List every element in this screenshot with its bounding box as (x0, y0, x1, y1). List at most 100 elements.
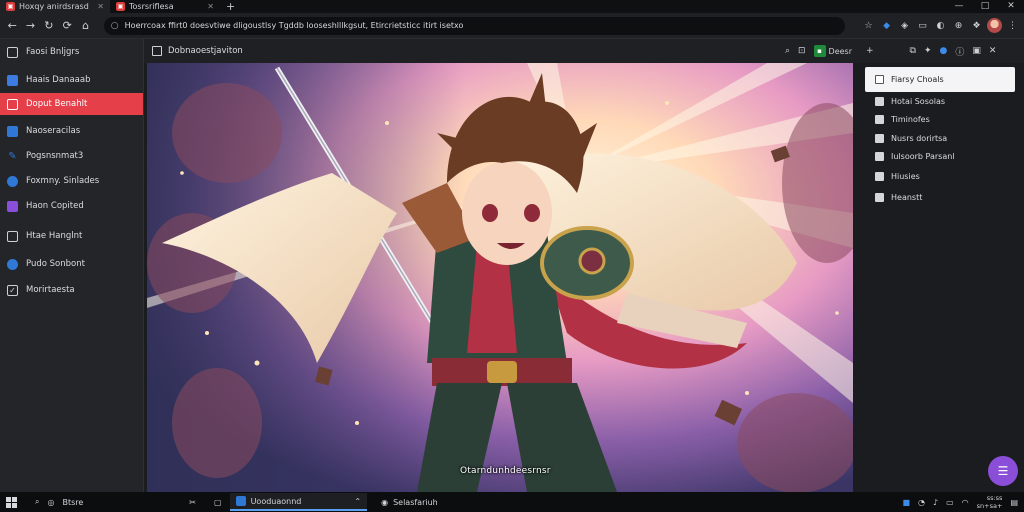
right-panel-item-label: Hiusies (891, 171, 920, 181)
clock[interactable]: ss:ss sn+sa+ (977, 494, 1003, 510)
forward-icon[interactable]: → (22, 17, 38, 34)
sidebar-item[interactable]: Naoseracilas (0, 120, 143, 142)
sidebar-item[interactable]: ✓ Morirtaesta (0, 279, 143, 301)
right-panel-item-label: Hotai Sosolas (891, 96, 946, 106)
close-panel-icon[interactable]: ✕ (989, 46, 997, 56)
item-icon (875, 96, 884, 106)
search-icon[interactable]: ⌕ (785, 46, 790, 56)
sidebar-item[interactable]: ✎ Pogsnsnmat3 (0, 145, 143, 167)
reload-icon[interactable]: ⟳ (59, 17, 75, 34)
share-label: Deesr (828, 46, 852, 56)
extension-icon[interactable]: ◆ (879, 18, 894, 33)
taskbar-search-label[interactable]: Btsre (62, 498, 83, 507)
sidebar-item[interactable]: Pudo Sonbont (0, 253, 143, 275)
right-panel-item-label: Timinofes (891, 114, 930, 124)
address-url[interactable]: Hoerrcoax ffirt0 doesvtiwe dligoustlsy T… (125, 21, 464, 30)
share-button[interactable]: ▪ Deesr (813, 45, 852, 57)
wifi-icon[interactable]: ◠ (962, 498, 969, 507)
hero-image (147, 63, 853, 492)
network-icon[interactable]: ◔ (918, 498, 925, 507)
maximize-button[interactable]: □ (972, 0, 998, 13)
sidebar-item-label: Foxmny. Sinlades (26, 176, 100, 186)
book-icon (7, 125, 18, 137)
browser-toolbar: ← → ↻ ⟳ ⌂ ○ Hoerrcoax ffirt0 doesvtiwe d… (0, 13, 1024, 39)
address-bar[interactable]: ○ Hoerrcoax ffirt0 doesvtiwe dligoustlsy… (103, 16, 846, 35)
app-icon: ◉ (381, 497, 389, 507)
right-panel-item[interactable]: Hiusies (865, 166, 1015, 186)
extension-icon[interactable]: ⊕ (951, 18, 966, 33)
sidebar-item-label: Pogsnsnmat3 (26, 151, 84, 161)
notifications-icon[interactable]: ▤ (1010, 498, 1018, 507)
assistant-icon[interactable]: ◎ (47, 498, 54, 507)
settings-icon[interactable]: ✦ (924, 46, 932, 56)
taskbar-app-label: Selasfariuh (393, 497, 438, 507)
add-icon[interactable]: + (866, 46, 874, 56)
close-tab-icon[interactable]: ✕ (97, 2, 104, 11)
right-panel-item[interactable]: Hotai Sosolas (865, 91, 1015, 111)
search-icon[interactable]: ⌕ (35, 497, 39, 507)
taskbar-app[interactable]: ◉ Selasfariuh (375, 493, 444, 511)
tray-app-icon[interactable]: ■ (902, 498, 910, 507)
widgets-icon[interactable]: ✂ (189, 498, 196, 507)
sidebar-item-active[interactable]: Doput Benahlt (0, 93, 143, 115)
browser-tab-active[interactable]: ▣ Hoxqy anirdsrasd ✕ (0, 0, 110, 13)
chat-fab-button[interactable]: ☰ (988, 456, 1018, 486)
share-app-icon: ▪ (813, 45, 826, 57)
browser-tab[interactable]: ▣ Tosrsriflesa ✕ (110, 0, 220, 13)
right-panel-item-label: Fiarsy Choals (891, 75, 944, 84)
sidebar-item[interactable]: Haais Danaaab (0, 69, 143, 91)
refresh-icon[interactable]: ↻ (41, 17, 57, 34)
sidebar-item[interactable]: Htae Hanglnt (0, 225, 143, 247)
tab-title: Hoxqy anirdsrasd (19, 2, 89, 11)
info-icon[interactable]: ● (940, 46, 948, 56)
puzzle-icon[interactable]: ❖ (969, 18, 984, 33)
right-panel-item[interactable]: Nusrs dorirtsa (865, 128, 1015, 148)
sidebar-item-label: Haais Danaaab (26, 75, 91, 85)
clock-date: sn+sa+ (976, 502, 1003, 510)
home-icon[interactable]: ⌂ (77, 17, 93, 34)
taskbar-app-label: Uooduaonnd (250, 496, 302, 506)
purple-app-icon (7, 200, 18, 212)
task-view-icon[interactable]: ▢ (214, 498, 222, 507)
menu-dots-icon[interactable]: ⋮ (1005, 18, 1020, 33)
document-icon (152, 46, 162, 56)
taskbar-app-active[interactable]: Uooduaonnd ⌃ (229, 493, 368, 511)
extension-icon[interactable]: ◐ (933, 18, 948, 33)
tab-favicon: ▣ (116, 2, 125, 11)
back-icon[interactable]: ← (4, 17, 20, 34)
bookmark-icon[interactable]: ⊡ (798, 46, 806, 56)
taskbar: ⌕ ◎ Btsre ✂ ▢ Uooduaonnd ⌃ ◉ Selasfariuh… (0, 492, 1024, 512)
close-window-button[interactable]: ✕ (998, 0, 1024, 13)
help-icon[interactable]: ⓘ (955, 45, 964, 58)
profile-avatar[interactable] (987, 18, 1003, 33)
right-panel-item[interactable]: Iulsoorb Parsanl (865, 146, 1015, 166)
item-icon (875, 192, 884, 202)
sidebar-item[interactable]: Haon Copited (0, 195, 143, 217)
sidebar-item-label: Faosi Bnljgrs (26, 47, 80, 57)
right-panel-item-selected[interactable]: Fiarsy Choals (865, 67, 1015, 92)
right-panel-item[interactable]: Timinofes (865, 109, 1015, 129)
battery-icon[interactable]: ▭ (946, 498, 954, 507)
photo-icon (7, 74, 18, 86)
edge-icon (7, 258, 18, 270)
sidebar-item-label: Doput Benahlt (26, 99, 88, 109)
minimize-button[interactable]: — (946, 0, 972, 13)
close-tab-icon[interactable]: ✕ (207, 2, 214, 11)
extension-icon[interactable]: ◈ (897, 18, 912, 33)
bookmark-star-icon[interactable]: ☆ (861, 18, 876, 33)
toolbar-icons: ☆ ◆ ◈ ▭ ◐ ⊕ ❖ ⋮ (861, 18, 1020, 33)
panel-icon[interactable]: ▣ (972, 46, 981, 56)
edge-icon (7, 175, 18, 187)
copy-icon[interactable]: ⧉ (910, 46, 916, 56)
site-info-icon[interactable]: ○ (111, 21, 119, 31)
right-panel-item-label: Iulsoorb Parsanl (891, 151, 955, 161)
sidebar-item[interactable]: Foxmny. Sinlades (0, 170, 143, 192)
extension-icon[interactable]: ▭ (915, 18, 930, 33)
app-menu-icon[interactable]: ⌃ (354, 497, 361, 506)
right-panel-item[interactable]: Heanstt (865, 187, 1015, 207)
volume-icon[interactable]: ♪ (933, 498, 938, 507)
sidebar-item[interactable]: Faosi Bnljgrs (0, 41, 143, 63)
new-tab-button[interactable]: + (220, 0, 241, 13)
windows-start-icon[interactable] (6, 496, 17, 508)
item-icon (875, 151, 884, 161)
